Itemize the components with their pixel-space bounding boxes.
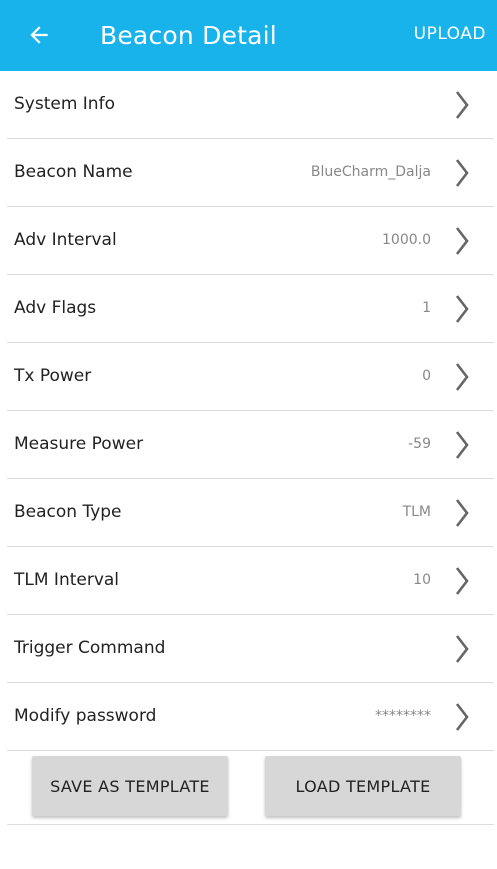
list-item-tlm-interval[interactable]: TLM Interval 10 [7, 547, 494, 615]
list-item-adv-interval[interactable]: Adv Interval 1000.0 [7, 207, 494, 275]
chevron-right-icon [455, 159, 469, 187]
row-value: 1000.0 [382, 232, 431, 248]
row-value: -59 [408, 436, 431, 452]
row-value: 10 [413, 572, 431, 588]
row-value: BlueCharm_Dalja [310, 164, 431, 180]
list-item-tx-power[interactable]: Tx Power 0 [7, 343, 494, 411]
row-label: Trigger Command [14, 638, 166, 658]
load-template-button[interactable]: LOAD TEMPLATE [265, 756, 461, 816]
row-label: TLM Interval [14, 570, 120, 590]
row-label: Adv Interval [14, 230, 117, 250]
row-label: Measure Power [14, 434, 144, 454]
upload-button[interactable]: UPLOAD [414, 0, 486, 68]
chevron-right-icon [455, 567, 469, 595]
row-label: Beacon Type [14, 502, 122, 522]
chevron-right-icon [455, 91, 469, 119]
row-label: Modify password [14, 706, 157, 726]
row-label: Tx Power [14, 366, 92, 386]
list-item-adv-flags[interactable]: Adv Flags 1 [7, 275, 494, 343]
list-item-beacon-type[interactable]: Beacon Type TLM [7, 479, 494, 547]
chevron-right-icon [455, 363, 469, 391]
save-as-template-button[interactable]: SAVE AS TEMPLATE [32, 756, 228, 816]
chevron-right-icon [455, 227, 469, 255]
page-title: Beacon Detail [100, 21, 277, 50]
row-value: ******** [375, 708, 431, 724]
chevron-right-icon [455, 635, 469, 663]
chevron-right-icon [455, 295, 469, 323]
chevron-right-icon [455, 703, 469, 731]
row-label: Beacon Name [14, 162, 133, 182]
list-item-measure-power[interactable]: Measure Power -59 [7, 411, 494, 479]
list-item-trigger-command[interactable]: Trigger Command [7, 615, 494, 683]
row-value: 0 [422, 368, 431, 384]
row-label: System Info [14, 94, 115, 114]
app-bar: Beacon Detail UPLOAD [0, 0, 497, 71]
arrow-left-icon [30, 26, 48, 44]
template-button-bar: SAVE AS TEMPLATE LOAD TEMPLATE [7, 748, 494, 825]
row-label: Adv Flags [14, 298, 97, 318]
row-value: 1 [422, 300, 431, 316]
list-item-system-info[interactable]: System Info [7, 71, 494, 139]
settings-list: System Info Beacon Name BlueCharm_Dalja … [7, 71, 494, 751]
list-item-modify-password[interactable]: Modify password ******** [7, 683, 494, 751]
row-value: TLM [402, 504, 431, 520]
list-item-beacon-name[interactable]: Beacon Name BlueCharm_Dalja [7, 139, 494, 207]
chevron-right-icon [455, 499, 469, 527]
chevron-right-icon [455, 431, 469, 459]
back-button[interactable] [18, 14, 60, 56]
